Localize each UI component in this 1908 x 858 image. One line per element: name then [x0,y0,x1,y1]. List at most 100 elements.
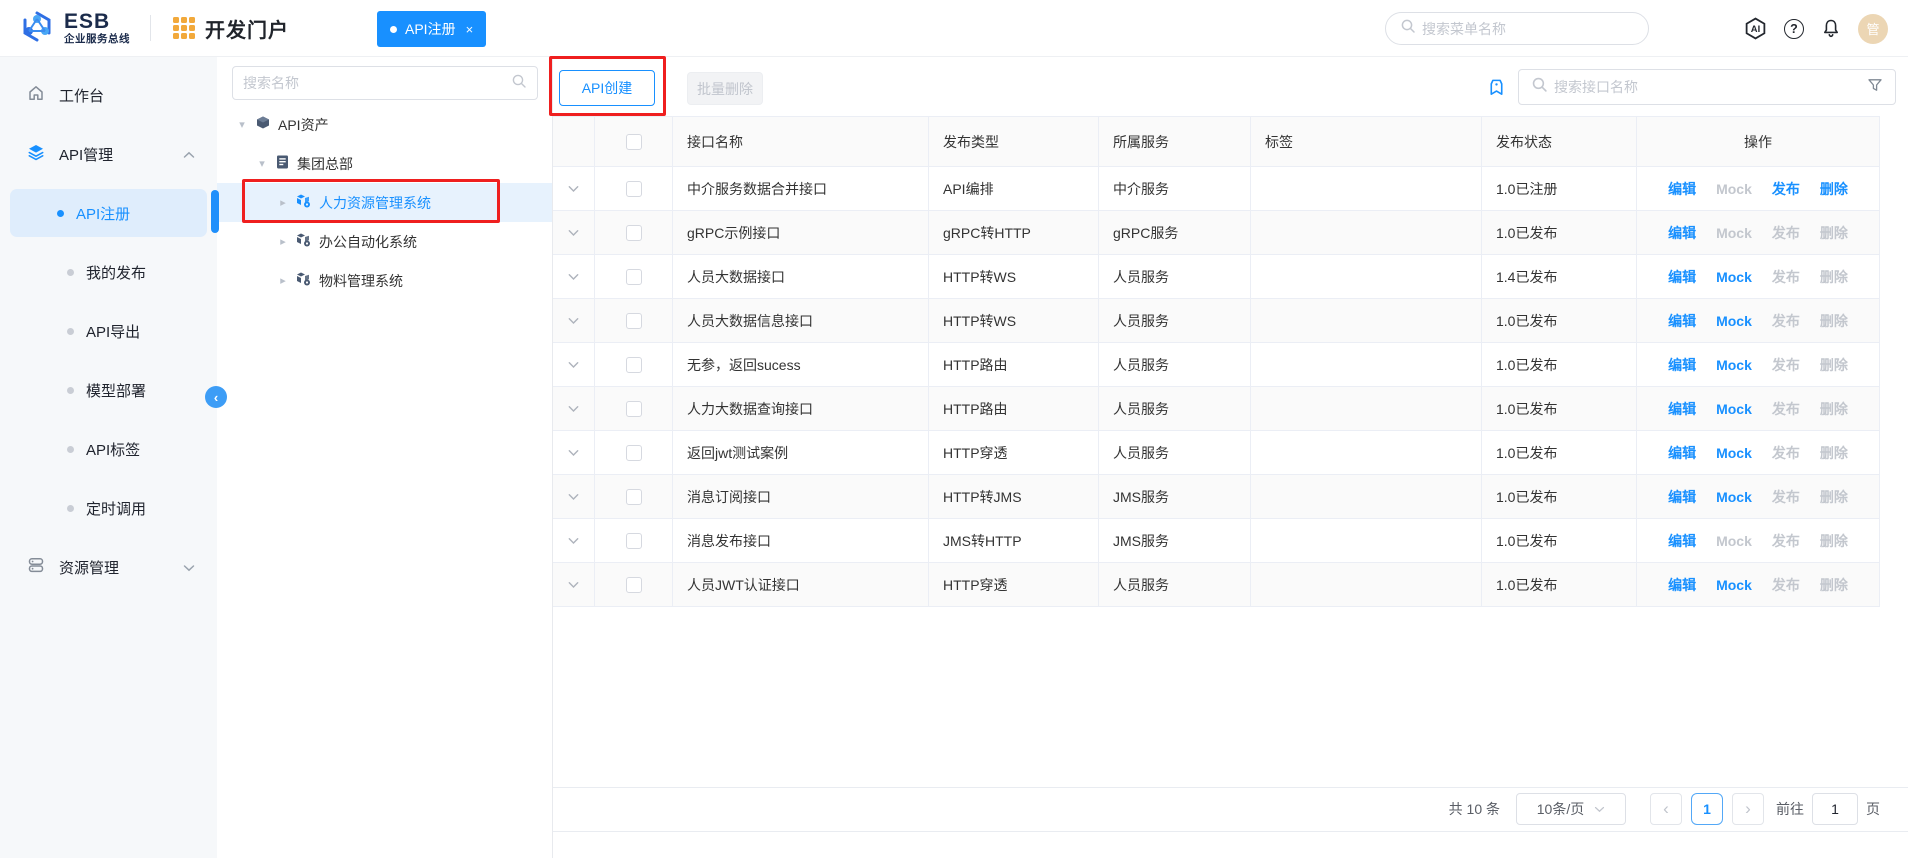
publish-link[interactable]: 发布 [1772,311,1800,331]
ai-assistant-icon[interactable]: AI [1744,17,1767,40]
tree-node-group-hq[interactable]: ▾ 集团总部 [217,144,552,183]
help-icon[interactable]: ? [1784,18,1804,39]
notification-bell-icon[interactable] [1821,18,1841,39]
caret-down-icon[interactable]: ▾ [236,118,248,131]
mock-link[interactable]: Mock [1716,489,1752,505]
publish-link[interactable]: 发布 [1772,399,1800,419]
mock-link[interactable]: Mock [1716,225,1752,241]
row-expand-chevron-icon[interactable] [568,317,579,325]
delete-link[interactable]: 删除 [1820,399,1848,419]
mock-link[interactable]: Mock [1716,577,1752,593]
mock-link[interactable]: Mock [1716,445,1752,461]
publish-link[interactable]: 发布 [1772,487,1800,507]
row-expand-chevron-icon[interactable] [568,449,579,457]
publish-link[interactable]: 发布 [1772,179,1800,199]
edit-link[interactable]: 编辑 [1668,443,1696,463]
menu-search-box[interactable] [1385,12,1649,45]
row-checkbox[interactable] [625,356,642,373]
publish-link[interactable]: 发布 [1772,531,1800,551]
row-expand-chevron-icon[interactable] [568,493,579,501]
edit-link[interactable]: 编辑 [1668,267,1696,287]
delete-link[interactable]: 删除 [1820,531,1848,551]
row-checkbox[interactable] [625,224,642,241]
row-checkbox[interactable] [625,400,642,417]
sidebar-item-model-deploy[interactable]: 模型部署 [10,366,207,414]
caret-right-icon[interactable]: ▸ [277,196,289,209]
publish-link[interactable]: 发布 [1772,443,1800,463]
mock-link[interactable]: Mock [1716,401,1752,417]
mock-link[interactable]: Mock [1716,357,1752,373]
sidebar-item-api-export[interactable]: API导出 [10,307,207,355]
delete-link[interactable]: 删除 [1820,223,1848,243]
tree-node-material-system[interactable]: ▸ 物料管理系统 [217,261,552,300]
row-checkbox[interactable] [625,488,642,505]
next-page-button[interactable]: › [1732,793,1764,825]
delete-link[interactable]: 删除 [1820,443,1848,463]
batch-delete-button[interactable]: 批量删除 [687,72,763,105]
caret-right-icon[interactable]: ▸ [277,274,289,287]
tree-search-input[interactable] [243,75,511,91]
sidebar-item-resource-management[interactable]: 资源管理 [0,543,217,591]
sidebar-item-scheduled-call[interactable]: 定时调用 [10,484,207,532]
publish-link[interactable]: 发布 [1772,575,1800,595]
row-expand-chevron-icon[interactable] [568,229,579,237]
edit-link[interactable]: 编辑 [1668,355,1696,375]
edit-link[interactable]: 编辑 [1668,311,1696,331]
interface-search-input[interactable] [1554,79,1861,95]
edit-link[interactable]: 编辑 [1668,179,1696,199]
sidebar-item-my-publish[interactable]: 我的发布 [10,248,207,296]
edit-link[interactable]: 编辑 [1668,531,1696,551]
tree-node-hr-system[interactable]: ▸ 人力资源管理系统 [217,183,552,222]
mock-link[interactable]: Mock [1716,313,1752,329]
row-expand-chevron-icon[interactable] [568,273,579,281]
row-expand-chevron-icon[interactable] [568,185,579,193]
sidebar-item-api-management[interactable]: API管理 [0,130,217,178]
row-checkbox[interactable] [625,444,642,461]
delete-link[interactable]: 删除 [1820,575,1848,595]
api-create-button[interactable]: API创建 [559,70,655,106]
tab-close-icon[interactable]: × [466,22,474,37]
current-page-button[interactable]: 1 [1691,793,1723,825]
delete-link[interactable]: 删除 [1820,179,1848,199]
sidebar-collapse-button[interactable]: ‹ [205,386,227,408]
delete-link[interactable]: 删除 [1820,487,1848,507]
tree-search-box[interactable] [232,66,538,100]
mock-link[interactable]: Mock [1716,533,1752,549]
tag-icon[interactable] [1487,78,1507,103]
row-expand-chevron-icon[interactable] [568,537,579,545]
interface-search-box[interactable] [1518,69,1896,105]
sidebar-item-api-tags[interactable]: API标签 [10,425,207,473]
publish-link[interactable]: 发布 [1772,355,1800,375]
goto-page-input[interactable] [1812,793,1858,825]
sidebar-item-api-register[interactable]: API注册 [10,189,207,237]
delete-link[interactable]: 删除 [1820,311,1848,331]
row-checkbox[interactable] [625,532,642,549]
row-checkbox[interactable] [625,576,642,593]
row-checkbox[interactable] [625,312,642,329]
filter-funnel-icon[interactable] [1867,77,1883,98]
edit-link[interactable]: 编辑 [1668,223,1696,243]
publish-link[interactable]: 发布 [1772,223,1800,243]
mock-link[interactable]: Mock [1716,181,1752,197]
prev-page-button[interactable]: ‹ [1650,793,1682,825]
edit-link[interactable]: 编辑 [1668,399,1696,419]
sidebar-item-workbench[interactable]: 工作台 [0,71,217,119]
tree-node-api-assets[interactable]: ▾ API资产 [217,105,552,144]
row-checkbox[interactable] [625,268,642,285]
publish-link[interactable]: 发布 [1772,267,1800,287]
select-all-checkbox[interactable] [625,133,642,150]
menu-search-input[interactable] [1422,20,1634,37]
delete-link[interactable]: 删除 [1820,267,1848,287]
caret-down-icon[interactable]: ▾ [256,157,268,170]
row-checkbox[interactable] [625,180,642,197]
tab-api-register[interactable]: API注册 × [377,11,487,47]
row-expand-chevron-icon[interactable] [568,361,579,369]
caret-right-icon[interactable]: ▸ [277,235,289,248]
delete-link[interactable]: 删除 [1820,355,1848,375]
edit-link[interactable]: 编辑 [1668,487,1696,507]
user-avatar[interactable]: 管 [1858,13,1888,44]
row-expand-chevron-icon[interactable] [568,581,579,589]
edit-link[interactable]: 编辑 [1668,575,1696,595]
page-size-select[interactable]: 10条/页 [1516,793,1626,825]
tree-node-oa-system[interactable]: ▸ 办公自动化系统 [217,222,552,261]
